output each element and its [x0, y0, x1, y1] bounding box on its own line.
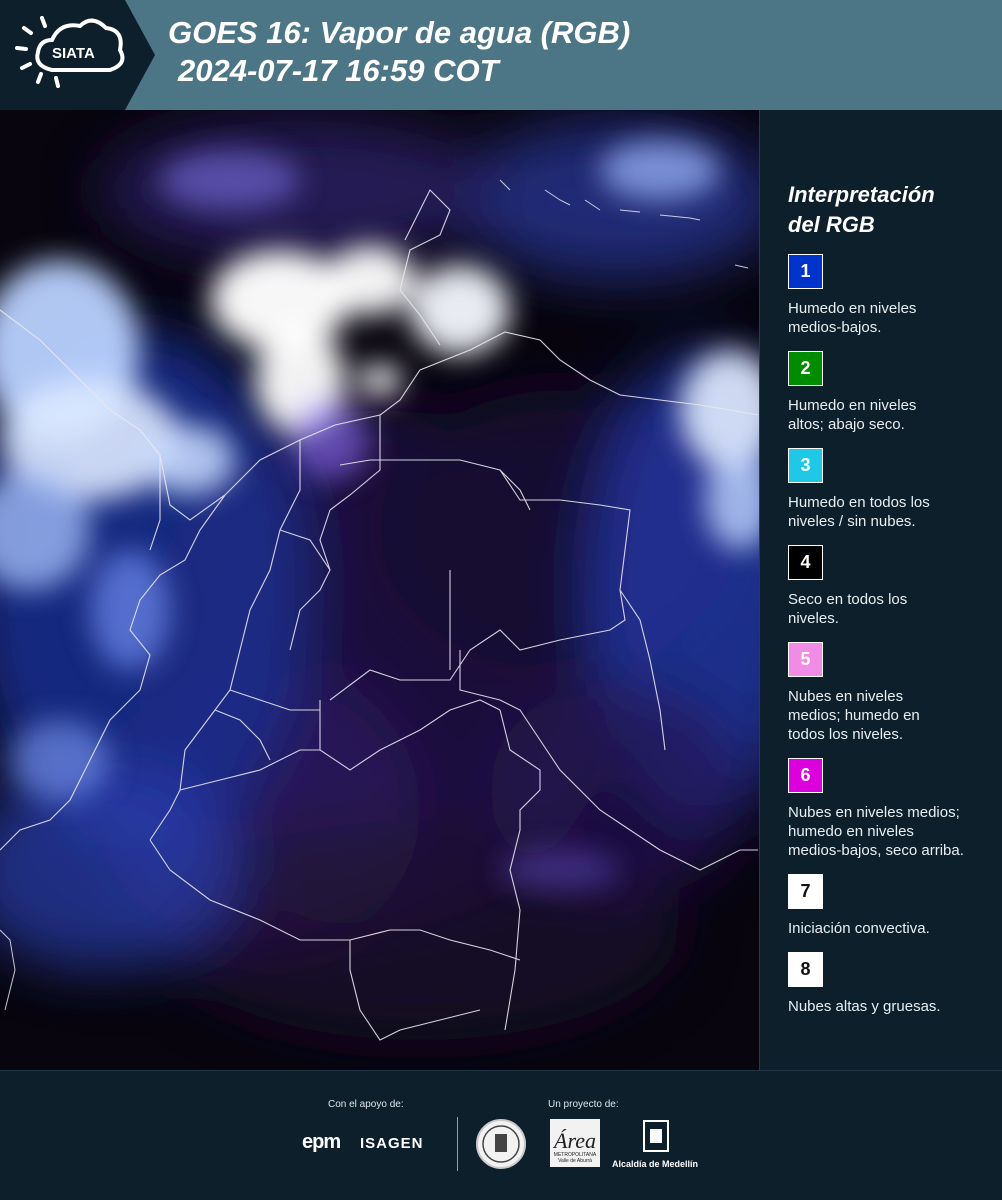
- legend-item-3: 3 Humedo en todos los niveles / sin nube…: [788, 448, 988, 531]
- legend-desc-3-line-1: Humedo en todos los: [788, 494, 930, 511]
- legend-item-2: 2 Humedo en niveles altos; abajo seco.: [788, 351, 988, 434]
- rgb-legend: Interpretación del RGB 1 Humedo en nivel…: [788, 180, 988, 1030]
- legend-desc-8-line-1: Nubes altas y gruesas.: [788, 998, 941, 1015]
- legend-desc-4-line-1: Seco en todos los: [788, 591, 908, 608]
- footer-divider: [457, 1117, 458, 1171]
- legend-item-7: 7 Iniciación convectiva.: [788, 874, 988, 938]
- support-label: Con el apoyo de:: [328, 1099, 404, 1110]
- area-sub-2: Valle de Aburrá: [558, 1158, 592, 1164]
- siata-logo[interactable]: SIATA: [0, 0, 155, 110]
- epm-logo[interactable]: epm: [302, 1131, 341, 1154]
- legend-desc-3-line-2: niveles / sin nubes.: [788, 513, 916, 530]
- title-line-2: 2024-07-17 16:59 COT: [178, 53, 499, 88]
- alcaldia-label: Alcaldía de Medellín: [612, 1159, 699, 1169]
- legend-desc-5-line-3: todos los niveles.: [788, 726, 904, 743]
- satellite-map[interactable]: [0, 110, 760, 1070]
- coat-of-arms-icon[interactable]: [642, 1119, 670, 1155]
- project-label: Un proyecto de:: [548, 1099, 619, 1110]
- legend-items: 1 Humedo en niveles medios-bajos. 2 Hume…: [788, 254, 988, 1016]
- legend-desc-6-line-2: humedo en niveles: [788, 823, 914, 840]
- legend-desc-6: Nubes en niveles medios; humedo en nivel…: [788, 803, 988, 860]
- legend-desc-2-line-2: altos; abajo seco.: [788, 416, 905, 433]
- legend-swatch-4: 4: [788, 545, 823, 580]
- legend-swatch-8: 8: [788, 952, 823, 987]
- legend-desc-3: Humedo en todos los niveles / sin nubes.: [788, 493, 988, 531]
- legend-title: Interpretación del RGB: [788, 180, 988, 240]
- legend-desc-6-line-1: Nubes en niveles medios;: [788, 804, 960, 821]
- page-title: GOES 16: Vapor de agua (RGB) 2024-07-17 …: [168, 14, 630, 90]
- header-bar: SIATA GOES 16: Vapor de agua (RGB) 2024-…: [0, 0, 1002, 110]
- legend-title-line-1: Interpretación: [788, 182, 935, 207]
- legend-desc-4-line-2: niveles.: [788, 610, 839, 627]
- legend-item-6: 6 Nubes en niveles medios; humedo en niv…: [788, 758, 988, 860]
- legend-desc-5: Nubes en niveles medios; humedo en todos…: [788, 687, 988, 744]
- seal-emblem-icon: [482, 1125, 520, 1163]
- legend-swatch-1: 1: [788, 254, 823, 289]
- satellite-map-image: [0, 110, 759, 1070]
- area-letter: Área: [554, 1128, 596, 1153]
- legend-desc-7-line-1: Iniciación convectiva.: [788, 920, 930, 937]
- legend-desc-6-line-3: medios-bajos, seco arriba.: [788, 842, 964, 859]
- legend-desc-5-line-1: Nubes en niveles: [788, 688, 904, 705]
- legend-swatch-5: 5: [788, 642, 823, 677]
- legend-title-line-2: del RGB: [788, 212, 875, 237]
- title-line-1: GOES 16: Vapor de agua (RGB): [168, 15, 631, 50]
- legend-desc-2: Humedo en niveles altos; abajo seco.: [788, 396, 988, 434]
- legend-swatch-6: 6: [788, 758, 823, 793]
- legend-desc-1-line-1: Humedo en niveles: [788, 300, 917, 317]
- legend-item-1: 1 Humedo en niveles medios-bajos.: [788, 254, 988, 337]
- legend-desc-5-line-2: medios; humedo en: [788, 707, 920, 724]
- university-seal-icon[interactable]: [476, 1119, 526, 1169]
- footer-bar: Con el apoyo de: Un proyecto de: epm ISA…: [0, 1070, 1002, 1200]
- legend-desc-7: Iniciación convectiva.: [788, 919, 988, 938]
- legend-desc-4: Seco en todos los niveles.: [788, 590, 988, 628]
- legend-item-5: 5 Nubes en niveles medios; humedo en tod…: [788, 642, 988, 744]
- legend-desc-1: Humedo en niveles medios-bajos.: [788, 299, 988, 337]
- legend-item-8: 8 Nubes altas y gruesas.: [788, 952, 988, 1016]
- legend-desc-2-line-1: Humedo en niveles: [788, 397, 917, 414]
- legend-swatch-7: 7: [788, 874, 823, 909]
- isagen-logo[interactable]: ISAGEN: [360, 1135, 424, 1152]
- legend-swatch-3: 3: [788, 448, 823, 483]
- legend-swatch-2: 2: [788, 351, 823, 386]
- brand-label: SIATA: [52, 45, 95, 62]
- legend-item-4: 4 Seco en todos los niveles.: [788, 545, 988, 628]
- legend-desc-8: Nubes altas y gruesas.: [788, 997, 988, 1016]
- legend-desc-1-line-2: medios-bajos.: [788, 319, 882, 336]
- area-metropolitana-logo[interactable]: Área METROPOLITANA Valle de Aburrá: [550, 1119, 600, 1167]
